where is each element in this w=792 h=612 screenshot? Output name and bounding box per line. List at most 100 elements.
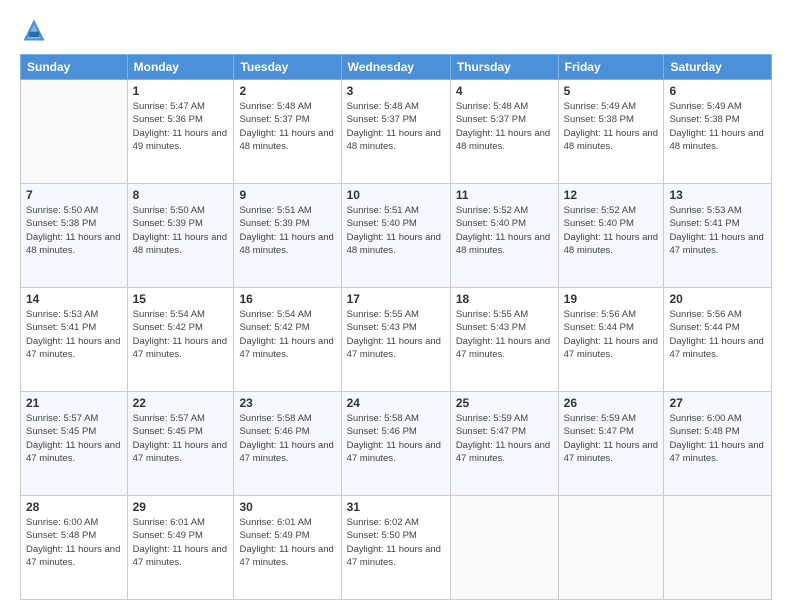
daylight: Daylight: 11 hours and 47 minutes. (456, 335, 553, 362)
sunrise: Sunrise: 5:51 AM (239, 204, 335, 217)
daylight: Daylight: 11 hours and 47 minutes. (347, 543, 445, 570)
day-info: Sunrise: 5:54 AMSunset: 5:42 PMDaylight:… (239, 308, 335, 361)
sunset: Sunset: 5:47 PM (564, 425, 659, 438)
day-cell: 12Sunrise: 5:52 AMSunset: 5:40 PMDayligh… (558, 184, 664, 288)
day-cell: 15Sunrise: 5:54 AMSunset: 5:42 PMDayligh… (127, 288, 234, 392)
week-row-5: 28Sunrise: 6:00 AMSunset: 5:48 PMDayligh… (21, 496, 772, 600)
day-number: 13 (669, 188, 766, 202)
day-cell: 22Sunrise: 5:57 AMSunset: 5:45 PMDayligh… (127, 392, 234, 496)
day-number: 31 (347, 500, 445, 514)
daylight: Daylight: 11 hours and 47 minutes. (239, 543, 335, 570)
logo-icon (20, 16, 48, 44)
day-number: 25 (456, 396, 553, 410)
calendar: SundayMondayTuesdayWednesdayThursdayFrid… (20, 54, 772, 600)
weekday-header-row: SundayMondayTuesdayWednesdayThursdayFrid… (21, 55, 772, 80)
day-cell: 13 Sunrise: 5:53 AMSunset: 5:41 PMDayligh… (664, 184, 772, 288)
day-info: Sunrise: 6:01 AMSunset: 5:49 PMDaylight:… (133, 516, 229, 569)
weekday-sunday: Sunday (21, 55, 128, 80)
day-number: 27 (669, 396, 766, 410)
daylight: Daylight: 11 hours and 47 minutes. (26, 335, 122, 362)
sunrise: Sunrise: 5:50 AM (133, 204, 229, 217)
sunrise: Sunrise: 5:52 AM (564, 204, 659, 217)
weekday-saturday: Saturday (664, 55, 772, 80)
day-info: Sunrise: 5:56 AMSunset: 5:44 PMDaylight:… (669, 308, 766, 361)
sunset: Sunset: 5:42 PM (239, 321, 335, 334)
sunrise: Sunrise: 5:49 AM (564, 100, 659, 113)
week-row-4: 21Sunrise: 5:57 AMSunset: 5:45 PMDayligh… (21, 392, 772, 496)
day-cell: 16Sunrise: 5:54 AMSunset: 5:42 PMDayligh… (234, 288, 341, 392)
daylight: Daylight: 11 hours and 48 minutes. (239, 127, 335, 154)
sunrise: Sunrise: 5:56 AM (669, 308, 766, 321)
day-cell: 24Sunrise: 5:58 AMSunset: 5:46 PMDayligh… (341, 392, 450, 496)
sunrise: Sunrise: 5:52 AM (456, 204, 553, 217)
day-number: 26 (564, 396, 659, 410)
daylight: Daylight: 11 hours and 47 minutes. (564, 335, 659, 362)
page: SundayMondayTuesdayWednesdayThursdayFrid… (0, 0, 792, 612)
day-info: Sunrise: 5:53 AMSunset: 5:41 PMDaylight:… (669, 204, 766, 257)
day-cell: 14Sunrise: 5:53 AMSunset: 5:41 PMDayligh… (21, 288, 128, 392)
day-info: Sunrise: 5:59 AMSunset: 5:47 PMDaylight:… (564, 412, 659, 465)
sunset: Sunset: 5:40 PM (347, 217, 445, 230)
day-cell: 28Sunrise: 6:00 AMSunset: 5:48 PMDayligh… (21, 496, 128, 600)
day-info: Sunrise: 5:48 AMSunset: 5:37 PMDaylight:… (347, 100, 445, 153)
day-number: 8 (133, 188, 229, 202)
day-info: Sunrise: 5:52 AMSunset: 5:40 PMDaylight:… (456, 204, 553, 257)
day-info: Sunrise: 5:51 AMSunset: 5:40 PMDaylight:… (347, 204, 445, 257)
day-info: Sunrise: 5:50 AMSunset: 5:39 PMDaylight:… (133, 204, 229, 257)
sunrise: Sunrise: 5:59 AM (564, 412, 659, 425)
day-cell: 27Sunrise: 6:00 AMSunset: 5:48 PMDayligh… (664, 392, 772, 496)
day-info: Sunrise: 5:49 AMSunset: 5:38 PMDaylight:… (669, 100, 766, 153)
sunset: Sunset: 5:47 PM (456, 425, 553, 438)
day-info: Sunrise: 6:01 AMSunset: 5:49 PMDaylight:… (239, 516, 335, 569)
day-number: 15 (133, 292, 229, 306)
daylight: Daylight: 11 hours and 48 minutes. (564, 231, 659, 258)
sunrise: Sunrise: 5:48 AM (456, 100, 553, 113)
day-number: 18 (456, 292, 553, 306)
day-cell: 19Sunrise: 5:56 AMSunset: 5:44 PMDayligh… (558, 288, 664, 392)
day-cell: 17 Sunrise: 5:55 AMSunset: 5:43 PMDayligh… (341, 288, 450, 392)
day-info: Sunrise: 5:55 AMSunset: 5:43 PMDaylight:… (347, 308, 445, 361)
sunrise: Sunrise: 5:57 AM (26, 412, 122, 425)
day-info: Sunrise: 5:49 AMSunset: 5:38 PMDaylight:… (564, 100, 659, 153)
daylight: Daylight: 11 hours and 48 minutes. (669, 127, 766, 154)
day-info: Sunrise: 5:53 AMSunset: 5:41 PMDaylight:… (26, 308, 122, 361)
daylight: Daylight: 11 hours and 47 minutes. (456, 439, 553, 466)
sunset: Sunset: 5:37 PM (347, 113, 445, 126)
sunset: Sunset: 5:50 PM (347, 529, 445, 542)
day-info: Sunrise: 5:52 AMSunset: 5:40 PMDaylight:… (564, 204, 659, 257)
sunset: Sunset: 5:49 PM (239, 529, 335, 542)
day-number: 3 (347, 84, 445, 98)
sunrise: Sunrise: 5:58 AM (239, 412, 335, 425)
day-number: 4 (456, 84, 553, 98)
daylight: Daylight: 11 hours and 48 minutes. (347, 127, 445, 154)
sunrise: Sunrise: 6:02 AM (347, 516, 445, 529)
day-number: 19 (564, 292, 659, 306)
day-number: 17 (347, 292, 445, 306)
day-cell: 20Sunrise: 5:56 AMSunset: 5:44 PMDayligh… (664, 288, 772, 392)
day-cell: 11 Sunrise: 5:52 AMSunset: 5:40 PMDayligh… (450, 184, 558, 288)
day-cell (558, 496, 664, 600)
day-number: 28 (26, 500, 122, 514)
sunset: Sunset: 5:36 PM (133, 113, 229, 126)
sunset: Sunset: 5:40 PM (564, 217, 659, 230)
day-cell: 31 Sunrise: 6:02 AMSunset: 5:50 PMDayligh… (341, 496, 450, 600)
day-cell (450, 496, 558, 600)
sunset: Sunset: 5:48 PM (669, 425, 766, 438)
daylight: Daylight: 11 hours and 48 minutes. (564, 127, 659, 154)
sunset: Sunset: 5:41 PM (26, 321, 122, 334)
day-cell: 3 Sunrise: 5:48 AMSunset: 5:37 PMDaylight… (341, 80, 450, 184)
sunset: Sunset: 5:44 PM (669, 321, 766, 334)
daylight: Daylight: 11 hours and 47 minutes. (239, 335, 335, 362)
day-cell: 2Sunrise: 5:48 AMSunset: 5:37 PMDaylight… (234, 80, 341, 184)
daylight: Daylight: 11 hours and 47 minutes. (669, 439, 766, 466)
sunrise: Sunrise: 5:54 AM (133, 308, 229, 321)
daylight: Daylight: 11 hours and 47 minutes. (669, 231, 766, 258)
sunrise: Sunrise: 5:55 AM (456, 308, 553, 321)
week-row-2: 7Sunrise: 5:50 AMSunset: 5:38 PMDaylight… (21, 184, 772, 288)
sunrise: Sunrise: 5:58 AM (347, 412, 445, 425)
daylight: Daylight: 11 hours and 47 minutes. (669, 335, 766, 362)
day-cell: 4Sunrise: 5:48 AMSunset: 5:37 PMDaylight… (450, 80, 558, 184)
daylight: Daylight: 11 hours and 47 minutes. (26, 543, 122, 570)
day-number: 11 (456, 188, 553, 202)
day-number: 21 (26, 396, 122, 410)
